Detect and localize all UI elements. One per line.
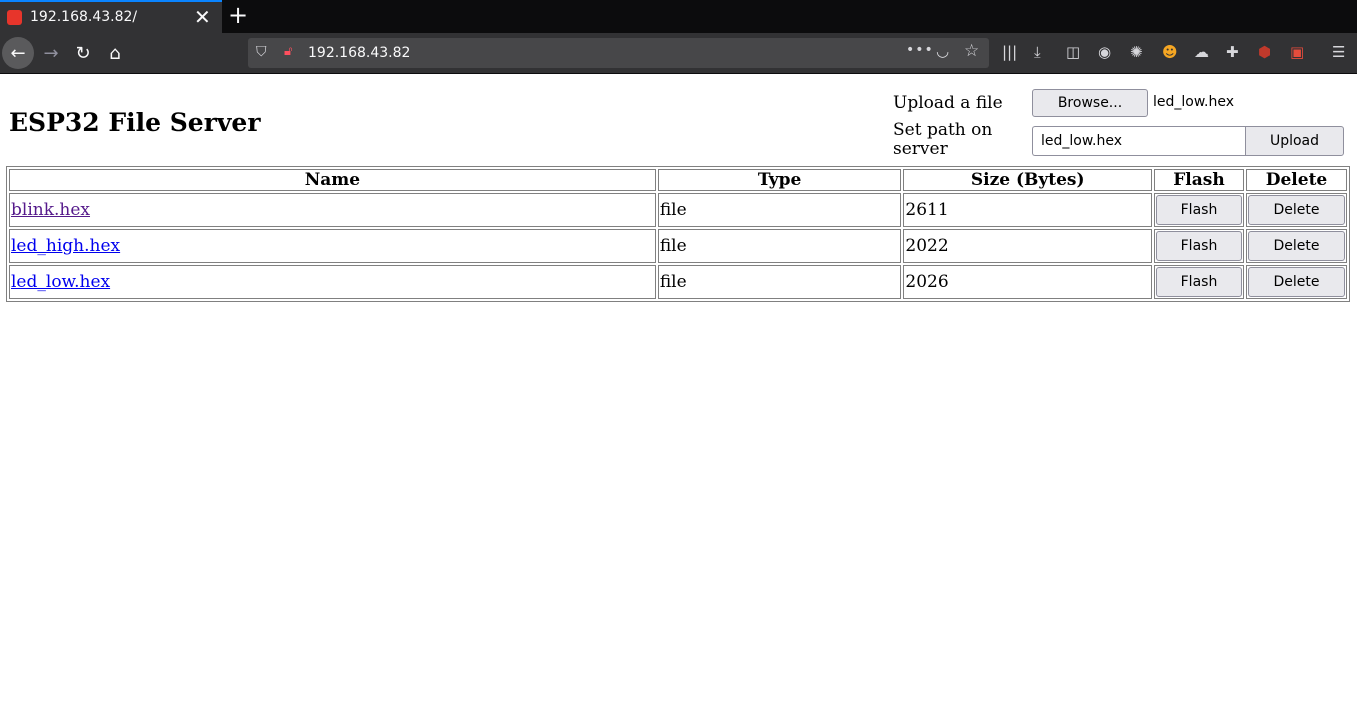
flash-cell: Flash [1153,265,1244,299]
file-size-cell: 2022 [903,229,1152,263]
account-icon[interactable]: ◉ [1098,43,1111,61]
upload-button[interactable]: Upload [1245,126,1344,156]
reload-button[interactable]: ↻ [67,37,99,69]
delete-cell: Delete [1245,193,1347,227]
path-input[interactable] [1032,126,1246,156]
extension-face-icon[interactable]: ☻ [1162,43,1178,61]
flash-button[interactable]: Flash [1155,267,1242,297]
file-link[interactable]: led_low.hex [11,272,110,292]
new-tab-icon[interactable]: + [228,1,248,29]
tab-bar: 192.168.43.82/ ✕ + [0,0,1357,33]
downloads-icon[interactable]: ⤓ [1034,43,1041,61]
pocket-icon[interactable]: ◡ [936,42,949,60]
browse-button[interactable]: Browse... [1032,89,1148,117]
library-icon[interactable]: ||| [1002,43,1017,61]
chosen-file-name: led_low.hex [1153,94,1234,110]
file-name-cell: led_high.hex [9,229,656,263]
header-delete: Delete [1245,169,1347,191]
delete-cell: Delete [1245,265,1347,299]
table-row: led_high.hex file 2022 Flash Delete [9,229,1347,263]
flash-button[interactable]: Flash [1155,231,1242,261]
arrow-right-icon: → [43,42,59,64]
delete-button[interactable]: Delete [1247,267,1345,297]
forward-button[interactable]: → [35,37,67,69]
browser-tab[interactable]: 192.168.43.82/ ✕ [0,0,222,33]
page-content: ESP32 File Server Upload a file Browse..… [0,75,1357,708]
header-name: Name [9,169,656,191]
home-icon: ⌂ [109,42,121,64]
back-button[interactable]: ← [2,37,34,69]
header-flash: Flash [1153,169,1244,191]
header-type: Type [657,169,902,191]
extensions-puzzle-icon[interactable]: ✚ [1226,43,1239,61]
close-tab-icon[interactable]: ✕ [194,5,211,29]
url-text[interactable]: 192.168.43.82 [308,45,410,61]
page-actions-icon[interactable]: ••• [906,42,934,58]
tab-title: 192.168.43.82/ [30,9,138,25]
header-size: Size (Bytes) [903,169,1152,191]
extension-red-icon[interactable]: ▣ [1290,43,1304,61]
file-name-cell: led_low.hex [9,265,656,299]
extension-icon[interactable]: ✺ [1130,43,1143,61]
navigation-toolbar: ← → ↻ ⌂ ⛉ 🔓︎ 192.168.43.82 ••• ◡ ☆ ||| ⤓… [0,33,1357,74]
table-row: led_low.hex file 2026 Flash Delete [9,265,1347,299]
file-size-cell: 2026 [903,265,1152,299]
delete-button[interactable]: Delete [1247,231,1345,261]
extension-cloud-icon[interactable]: ☁ [1194,43,1209,61]
page-title: ESP32 File Server [9,108,261,137]
menu-hamburger-icon[interactable]: ☰ [1332,43,1345,61]
sidebar-icon[interactable]: ◫ [1066,43,1080,61]
url-bar[interactable]: ⛉ 🔓︎ 192.168.43.82 ••• ◡ ☆ [248,38,989,68]
flash-button[interactable]: Flash [1155,195,1242,225]
file-link[interactable]: blink.hex [11,200,90,220]
flash-cell: Flash [1153,229,1244,263]
file-table: Name Type Size (Bytes) Flash Delete blin… [6,166,1350,302]
flash-cell: Flash [1153,193,1244,227]
delete-button[interactable]: Delete [1247,195,1345,225]
upload-label: Upload a file [893,93,1003,113]
file-type-cell: file [657,193,902,227]
file-size-cell: 2611 [903,193,1152,227]
file-link[interactable]: led_high.hex [11,236,120,256]
table-header-row: Name Type Size (Bytes) Flash Delete [9,169,1347,191]
tracking-shield-icon[interactable]: ⛉ [256,44,267,60]
delete-cell: Delete [1245,229,1347,263]
file-type-cell: file [657,265,902,299]
file-type-cell: file [657,229,902,263]
bookmark-star-icon[interactable]: ☆ [964,41,979,61]
home-button[interactable]: ⌂ [99,37,131,69]
table-row: blink.hex file 2611 Flash Delete [9,193,1347,227]
file-name-cell: blink.hex [9,193,656,227]
espressif-favicon-icon [7,10,22,25]
reload-icon: ↻ [75,42,91,64]
ublock-icon[interactable]: ⬢ [1258,43,1271,61]
insecure-lock-icon[interactable]: 🔓︎ [284,44,292,59]
arrow-left-icon: ← [10,42,26,64]
path-label: Set path on server [893,120,993,159]
